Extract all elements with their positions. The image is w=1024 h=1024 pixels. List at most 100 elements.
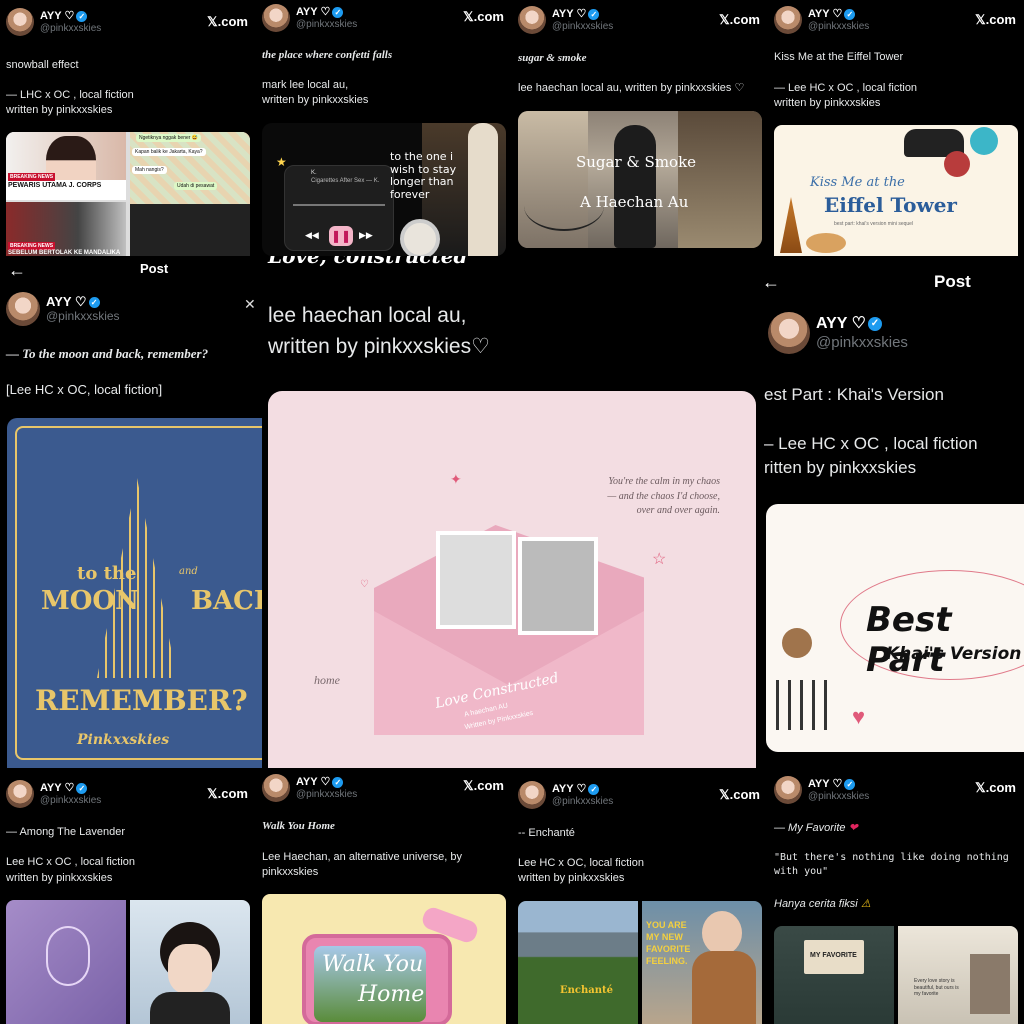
warning-icon: ⚠	[860, 898, 871, 910]
display-name: AYY ♡	[552, 782, 587, 795]
post-card-my-favorite[interactable]: AYY ♡ ✓ @pinkxxskies 𝕏.com — My Favorite …	[768, 768, 1024, 1024]
post-line: [Lee HC x OC, local fiction]	[6, 382, 163, 397]
poem-line: over and over again.	[636, 505, 720, 516]
post-header: AYY ♡ ✓ @pinkxxskies	[774, 776, 869, 804]
verified-badge-icon: ✓	[332, 6, 344, 18]
avatar[interactable]	[518, 781, 546, 809]
post-card-confetti[interactable]: AYY ♡ ✓ @pinkxxskies 𝕏.com the place wher…	[256, 0, 512, 256]
post-card-enchante[interactable]: AYY ♡ ✓ @pinkxxskies 𝕏.com -- Enchanté Le…	[512, 768, 768, 1024]
cover-subtitle: best part: khai's version mini sequel	[834, 221, 914, 227]
handle: @pinkxxskies	[40, 794, 102, 806]
verified-badge-icon: ✓	[88, 296, 100, 308]
post-line: written by pinkxxskies	[262, 94, 369, 106]
post-line: lee haechan local au,	[268, 304, 467, 327]
handle: @pinkxxskies	[552, 20, 614, 32]
avatar[interactable]	[774, 6, 802, 34]
post-line: Lee HC x OC, local fiction	[518, 857, 644, 869]
avatar[interactable]	[768, 312, 810, 354]
handle: @pinkxxskies	[40, 22, 102, 34]
post-card-eiffel[interactable]: AYY ♡ ✓ @pinkxxskies 𝕏.com Kiss Me at the…	[768, 0, 1024, 256]
x-logo-link[interactable]: 𝕏.com	[719, 787, 760, 803]
verified-badge-icon: ✓	[332, 776, 344, 788]
cover-subtitle: A Haechan Au	[580, 193, 689, 211]
post-title: est Part : Khai's Version	[764, 385, 944, 404]
post-line: Hanya cerita fiksi ⚠	[774, 897, 871, 912]
cover-title-2: Eiffel Tower	[824, 193, 957, 217]
display-name: AYY ♡	[296, 5, 331, 18]
x-logo-link[interactable]: 𝕏.com	[463, 9, 504, 25]
post-media[interactable]: BREAKING NEWS PEWARIS UTAMA J. CORPS Nge…	[6, 132, 250, 256]
play-pause-icon[interactable]: ❚❚	[329, 226, 353, 246]
post-media[interactable]: Kiss Me at the Eiffel Tower best part: k…	[774, 125, 1018, 256]
display-name: AYY ♡	[296, 775, 331, 788]
avatar[interactable]	[6, 780, 34, 808]
lyric-quote: to the one i wish to stay longer than fo…	[390, 150, 457, 201]
post-line: Lee HC x OC , local fiction	[6, 856, 135, 868]
post-media[interactable]: K. Cigarettes After Sex — K. ❚❚ ◀◀ ▶▶ ★ …	[262, 123, 506, 256]
avatar[interactable]	[6, 292, 40, 326]
cover-title: Enchanté	[560, 985, 613, 996]
post-header: AYY ♡ ✓ @pinkxxskies	[6, 780, 101, 808]
sparkle-icon: ✦	[450, 471, 462, 487]
post-media[interactable]: Best Part Khai's Version ♥	[766, 504, 1024, 752]
handle: @pinkxxskies	[808, 790, 870, 802]
x-logo-link[interactable]: 𝕏.com	[975, 780, 1016, 796]
post-card-sugar-smoke[interactable]: AYY ♡ ✓ @pinkxxskies 𝕏.com sugar & smoke …	[512, 0, 768, 256]
post-media[interactable]: MY FAVORITE Every love story is beautifu…	[774, 926, 1018, 1024]
post-title-text: — My Favorite	[774, 822, 846, 834]
post-header: AYY ♡ ✓ @pinkxxskies	[262, 4, 357, 32]
post-quote: "But there's nothing like doing nothing …	[774, 852, 1009, 877]
post-topbar-title: Post	[140, 261, 169, 276]
verified-badge-icon: ✓	[844, 778, 856, 790]
verified-badge-icon: ✓	[588, 8, 600, 20]
cover-text: BACK	[191, 586, 262, 616]
post-card-love-constructed[interactable]: Love, constructed lee haechan local au, …	[262, 256, 762, 768]
previous-icon[interactable]: ◀◀	[305, 230, 319, 241]
avatar[interactable]	[518, 6, 546, 34]
x-logo-link[interactable]: 𝕏.com	[207, 786, 248, 802]
post-topbar: ← Post	[762, 268, 1024, 300]
post-card-snowball[interactable]: AYY ♡ ✓ @pinkxxskies 𝕏.com snowball effec…	[0, 0, 256, 256]
post-media[interactable]: Walk You Home	[262, 894, 506, 1024]
post-media[interactable]	[6, 900, 250, 1024]
post-card-lavender[interactable]: AYY ♡ ✓ @pinkxxskies 𝕏.com — Among The La…	[0, 768, 256, 1024]
avatar[interactable]	[262, 774, 290, 802]
back-arrow-icon[interactable]: ←	[8, 260, 26, 281]
post-card-best-part[interactable]: ← Post AYY ♡ ✓ @pinkxxskies est Part : Kh…	[762, 256, 1024, 768]
next-icon[interactable]: ▶▶	[359, 230, 373, 241]
x-logo-link[interactable]: 𝕏.com	[719, 12, 760, 28]
display-name: AYY ♡	[552, 7, 587, 20]
cover-title: Sugar & Smoke	[576, 153, 697, 171]
post-line: — Lee HC x OC , local fiction	[774, 82, 918, 94]
avatar[interactable]	[262, 4, 290, 32]
avatar[interactable]	[774, 776, 802, 804]
post-media[interactable]: Sugar & Smoke A Haechan Au	[518, 111, 762, 248]
news-badge: BREAKING NEWS	[8, 173, 56, 181]
x-close-icon[interactable]: ✕	[244, 296, 256, 313]
post-title: — To the moon and back, remember?	[6, 346, 209, 361]
post-line: — LHC x OC , local fiction	[6, 89, 134, 101]
x-logo-link[interactable]: 𝕏.com	[975, 12, 1016, 28]
cover-text: YOU ARE	[646, 920, 687, 930]
x-logo-link[interactable]: 𝕏.com	[463, 778, 504, 794]
x-logo-link[interactable]: 𝕏.com	[207, 14, 248, 30]
post-header: AYY ♡ ✓ @pinkxxskies	[262, 774, 357, 802]
post-media[interactable]: Enchanté YOU ARE MY NEW FAVORITE FEELING…	[518, 901, 762, 1024]
post-header: AYY ♡ ✓ @pinkxxskies	[774, 6, 869, 34]
post-line: written by pinkxxskies	[518, 872, 625, 884]
post-title: Love, constructed	[268, 256, 468, 268]
display-name: AYY ♡	[808, 7, 843, 20]
poem-line: You're the calm in my chaos	[608, 476, 720, 487]
post-card-walk-you-home[interactable]: AYY ♡ ✓ @pinkxxskies 𝕏.com Walk You Home …	[256, 768, 512, 1024]
avatar[interactable]	[6, 8, 34, 36]
news-badge: BREAKING NEWS	[8, 242, 56, 250]
star-icon: ☆	[652, 551, 667, 568]
post-card-moon[interactable]: ← Post AYY ♡ ✓ @pinkxxskies ✕ — To the mo…	[0, 256, 262, 768]
back-arrow-icon[interactable]: ←	[762, 272, 780, 293]
post-title: the place where confetti falls	[262, 49, 393, 61]
post-media[interactable]: You're the calm in my chaos — and the ch…	[268, 391, 756, 768]
cover-title: MY FAVORITE	[810, 952, 857, 959]
cover-text: and	[179, 566, 198, 577]
post-line: Lee Haechan, an alternative universe, by	[262, 851, 462, 863]
post-media[interactable]: to the and MOON BACK REMEMBER? Pinkxxski…	[7, 418, 262, 768]
